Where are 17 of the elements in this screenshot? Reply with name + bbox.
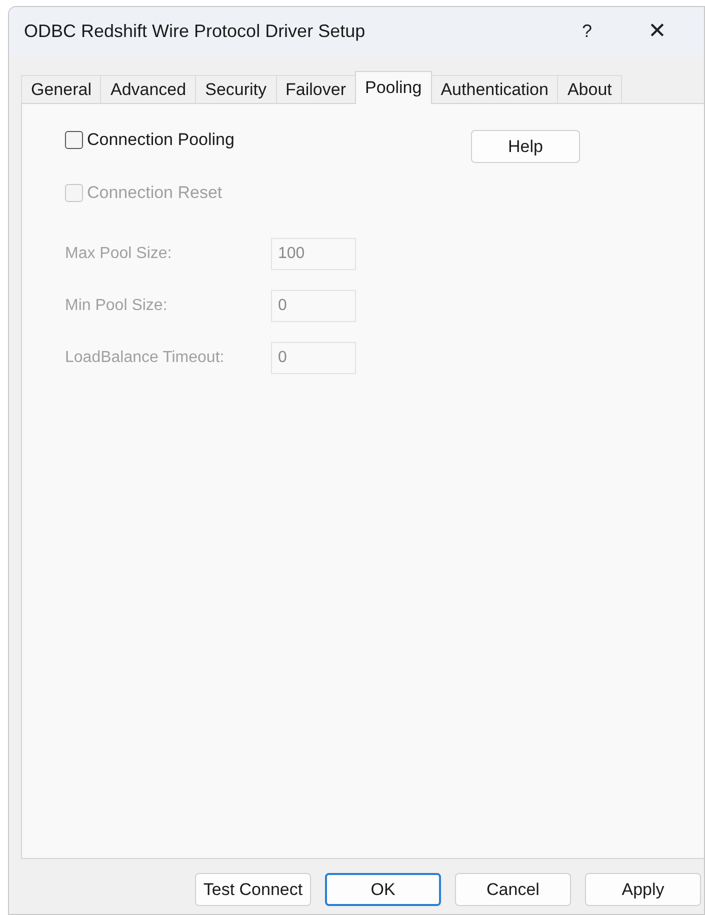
dialog-button[interactable]: Cancel <box>455 873 571 906</box>
help-button[interactable]: Help <box>471 130 580 163</box>
field-label: Max Pool Size: <box>65 245 173 263</box>
dialog-button[interactable]: Apply <box>585 873 701 906</box>
tab[interactable]: About <box>557 75 622 103</box>
close-button[interactable]: ✕ <box>648 18 666 44</box>
tab[interactable]: General <box>21 75 102 103</box>
checkbox-label: Connection Reset <box>87 183 222 203</box>
checkbox[interactable] <box>65 131 83 149</box>
field-label: LoadBalance Timeout: <box>65 349 226 367</box>
checkbox-label: Connection Pooling <box>87 130 234 150</box>
dialog-button[interactable]: OK <box>325 873 441 906</box>
dialog-button[interactable]: Test Connect <box>195 873 311 906</box>
field-label: Min Pool Size: <box>65 297 168 315</box>
help-title-button[interactable]: ? <box>582 20 592 42</box>
window-title: ODBC Redshift Wire Protocol Driver Setup <box>24 20 366 42</box>
tab[interactable]: Pooling <box>355 71 432 104</box>
